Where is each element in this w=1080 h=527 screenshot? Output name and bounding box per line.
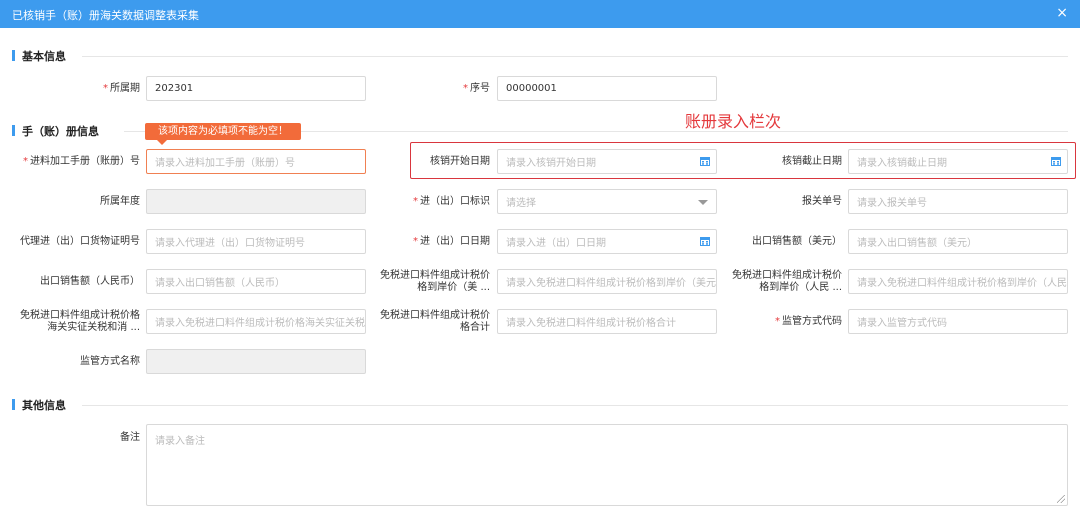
remark-textarea[interactable]: 请录入备注 bbox=[146, 424, 1068, 506]
seq-label: * 序号 bbox=[370, 76, 490, 101]
section-divider bbox=[82, 405, 1068, 406]
dialog-header: 已核销手（账）册海关数据调整表采集 × bbox=[0, 0, 1080, 28]
export-usd-input[interactable]: 请录入出口销售额（美元） bbox=[848, 229, 1068, 254]
io-flag-label-text: 进（出）口标识 bbox=[420, 195, 490, 207]
start-date-placeholder: 请录入核销开始日期 bbox=[506, 158, 596, 169]
export-usd-label: 出口销售额（美元） bbox=[752, 235, 842, 247]
io-date-label: * 进（出）口日期 bbox=[370, 229, 490, 254]
required-marker: * bbox=[775, 315, 780, 327]
year-input bbox=[146, 189, 366, 214]
export-cny-label: 出口销售额（人民币） bbox=[40, 275, 140, 287]
section-manual-info: 手（账）册信息 bbox=[12, 123, 99, 139]
resize-handle-icon[interactable] bbox=[1057, 495, 1065, 503]
start-date-label: 核销开始日期 bbox=[430, 155, 490, 167]
supervise-code-input[interactable]: 请录入监管方式代码 bbox=[848, 309, 1068, 334]
end-date-input[interactable]: 请录入核销截止日期 bbox=[848, 149, 1068, 174]
remark-label: 备注 bbox=[120, 432, 140, 443]
io-flag-label: * 进（出）口标识 bbox=[370, 189, 490, 214]
manual-no-label: * 进料加工手册（账册）号 bbox=[10, 149, 140, 174]
start-date-input[interactable]: 请录入核销开始日期 bbox=[497, 149, 717, 174]
manual-no-label-text: 进料加工手册（账册）号 bbox=[30, 155, 140, 167]
required-marker: * bbox=[463, 82, 468, 94]
seq-input[interactable]: 00000001 bbox=[497, 76, 717, 101]
dutyfree-customs-label: 免税进口料件组成计税价格海关实征关税和消 ... bbox=[20, 309, 140, 333]
section-other-info: 其他信息 bbox=[12, 397, 66, 413]
section-other-title: 其他信息 bbox=[22, 399, 66, 412]
io-flag-placeholder: 请选择 bbox=[506, 198, 536, 209]
io-date-label-text: 进（出）口日期 bbox=[420, 235, 490, 247]
supervise-code-label-text: 监管方式代码 bbox=[782, 315, 842, 327]
manual-no-input[interactable]: 请录入进料加工手册（账册）号 bbox=[146, 149, 366, 174]
section-marker bbox=[12, 399, 15, 410]
period-label-text: 所属期 bbox=[110, 82, 140, 94]
dutyfree-total-label: 免税进口料件组成计税价格合计 bbox=[380, 309, 490, 333]
required-marker: * bbox=[103, 82, 108, 94]
io-date-input[interactable]: 请录入进（出）口日期 bbox=[497, 229, 717, 254]
io-flag-select[interactable]: 请选择 bbox=[497, 189, 717, 214]
calendar-icon[interactable] bbox=[700, 236, 710, 246]
section-divider bbox=[82, 56, 1068, 57]
dutyfree-usd-input[interactable]: 请录入免税进口料件组成计税价格到岸价（美元 bbox=[497, 269, 717, 294]
section-marker bbox=[12, 125, 15, 136]
declare-no-label: 报关单号 bbox=[802, 195, 842, 207]
end-date-label: 核销截止日期 bbox=[782, 155, 842, 167]
supervise-code-label: * 监管方式代码 bbox=[720, 309, 842, 334]
seq-label-text: 序号 bbox=[470, 82, 490, 94]
close-icon[interactable]: × bbox=[1056, 5, 1068, 21]
dialog-title: 已核销手（账）册海关数据调整表采集 bbox=[12, 9, 199, 22]
section-basic-title: 基本信息 bbox=[22, 50, 66, 63]
dutyfree-usd-label: 免税进口料件组成计税价格到岸价（美 ... bbox=[380, 269, 490, 293]
chevron-down-icon[interactable] bbox=[698, 200, 708, 205]
required-marker: * bbox=[413, 235, 418, 247]
calendar-icon[interactable] bbox=[700, 156, 710, 166]
agent-cert-input[interactable]: 请录入代理进（出）口货物证明号 bbox=[146, 229, 366, 254]
required-marker: * bbox=[23, 155, 28, 167]
calendar-icon[interactable] bbox=[1051, 156, 1061, 166]
dutyfree-customs-input[interactable]: 请录入免税进口料件组成计税价格海关实征关税 bbox=[146, 309, 366, 334]
supervise-name-input bbox=[146, 349, 366, 374]
required-marker: * bbox=[413, 195, 418, 207]
agent-cert-label: 代理进（出）口货物证明号 bbox=[20, 235, 140, 247]
dutyfree-cny-input[interactable]: 请录入免税进口料件组成计税价格到岸价（人民 bbox=[848, 269, 1068, 294]
period-input[interactable]: 202301 bbox=[146, 76, 366, 101]
year-label: 所属年度 bbox=[100, 195, 140, 207]
io-date-placeholder: 请录入进（出）口日期 bbox=[506, 238, 606, 249]
supervise-name-label: 监管方式名称 bbox=[80, 355, 140, 367]
section-marker bbox=[12, 50, 15, 61]
dutyfree-cny-label: 免税进口料件组成计税价格到岸价（人民 ... bbox=[732, 269, 842, 293]
export-cny-input[interactable]: 请录入出口销售额（人民币） bbox=[146, 269, 366, 294]
declare-no-input[interactable]: 请录入报关单号 bbox=[848, 189, 1068, 214]
period-label: * 所属期 bbox=[20, 76, 140, 101]
annotation-label: 账册录入栏次 bbox=[685, 112, 782, 131]
section-manual-title: 手（账）册信息 bbox=[22, 125, 99, 138]
end-date-placeholder: 请录入核销截止日期 bbox=[857, 158, 947, 169]
dutyfree-total-input[interactable]: 请录入免税进口料件组成计税价格合计 bbox=[497, 309, 717, 334]
validation-tooltip: 该项内容为必填项不能为空！ bbox=[145, 123, 301, 145]
remark-placeholder: 请录入备注 bbox=[155, 436, 205, 447]
section-basic-info: 基本信息 bbox=[12, 48, 66, 64]
